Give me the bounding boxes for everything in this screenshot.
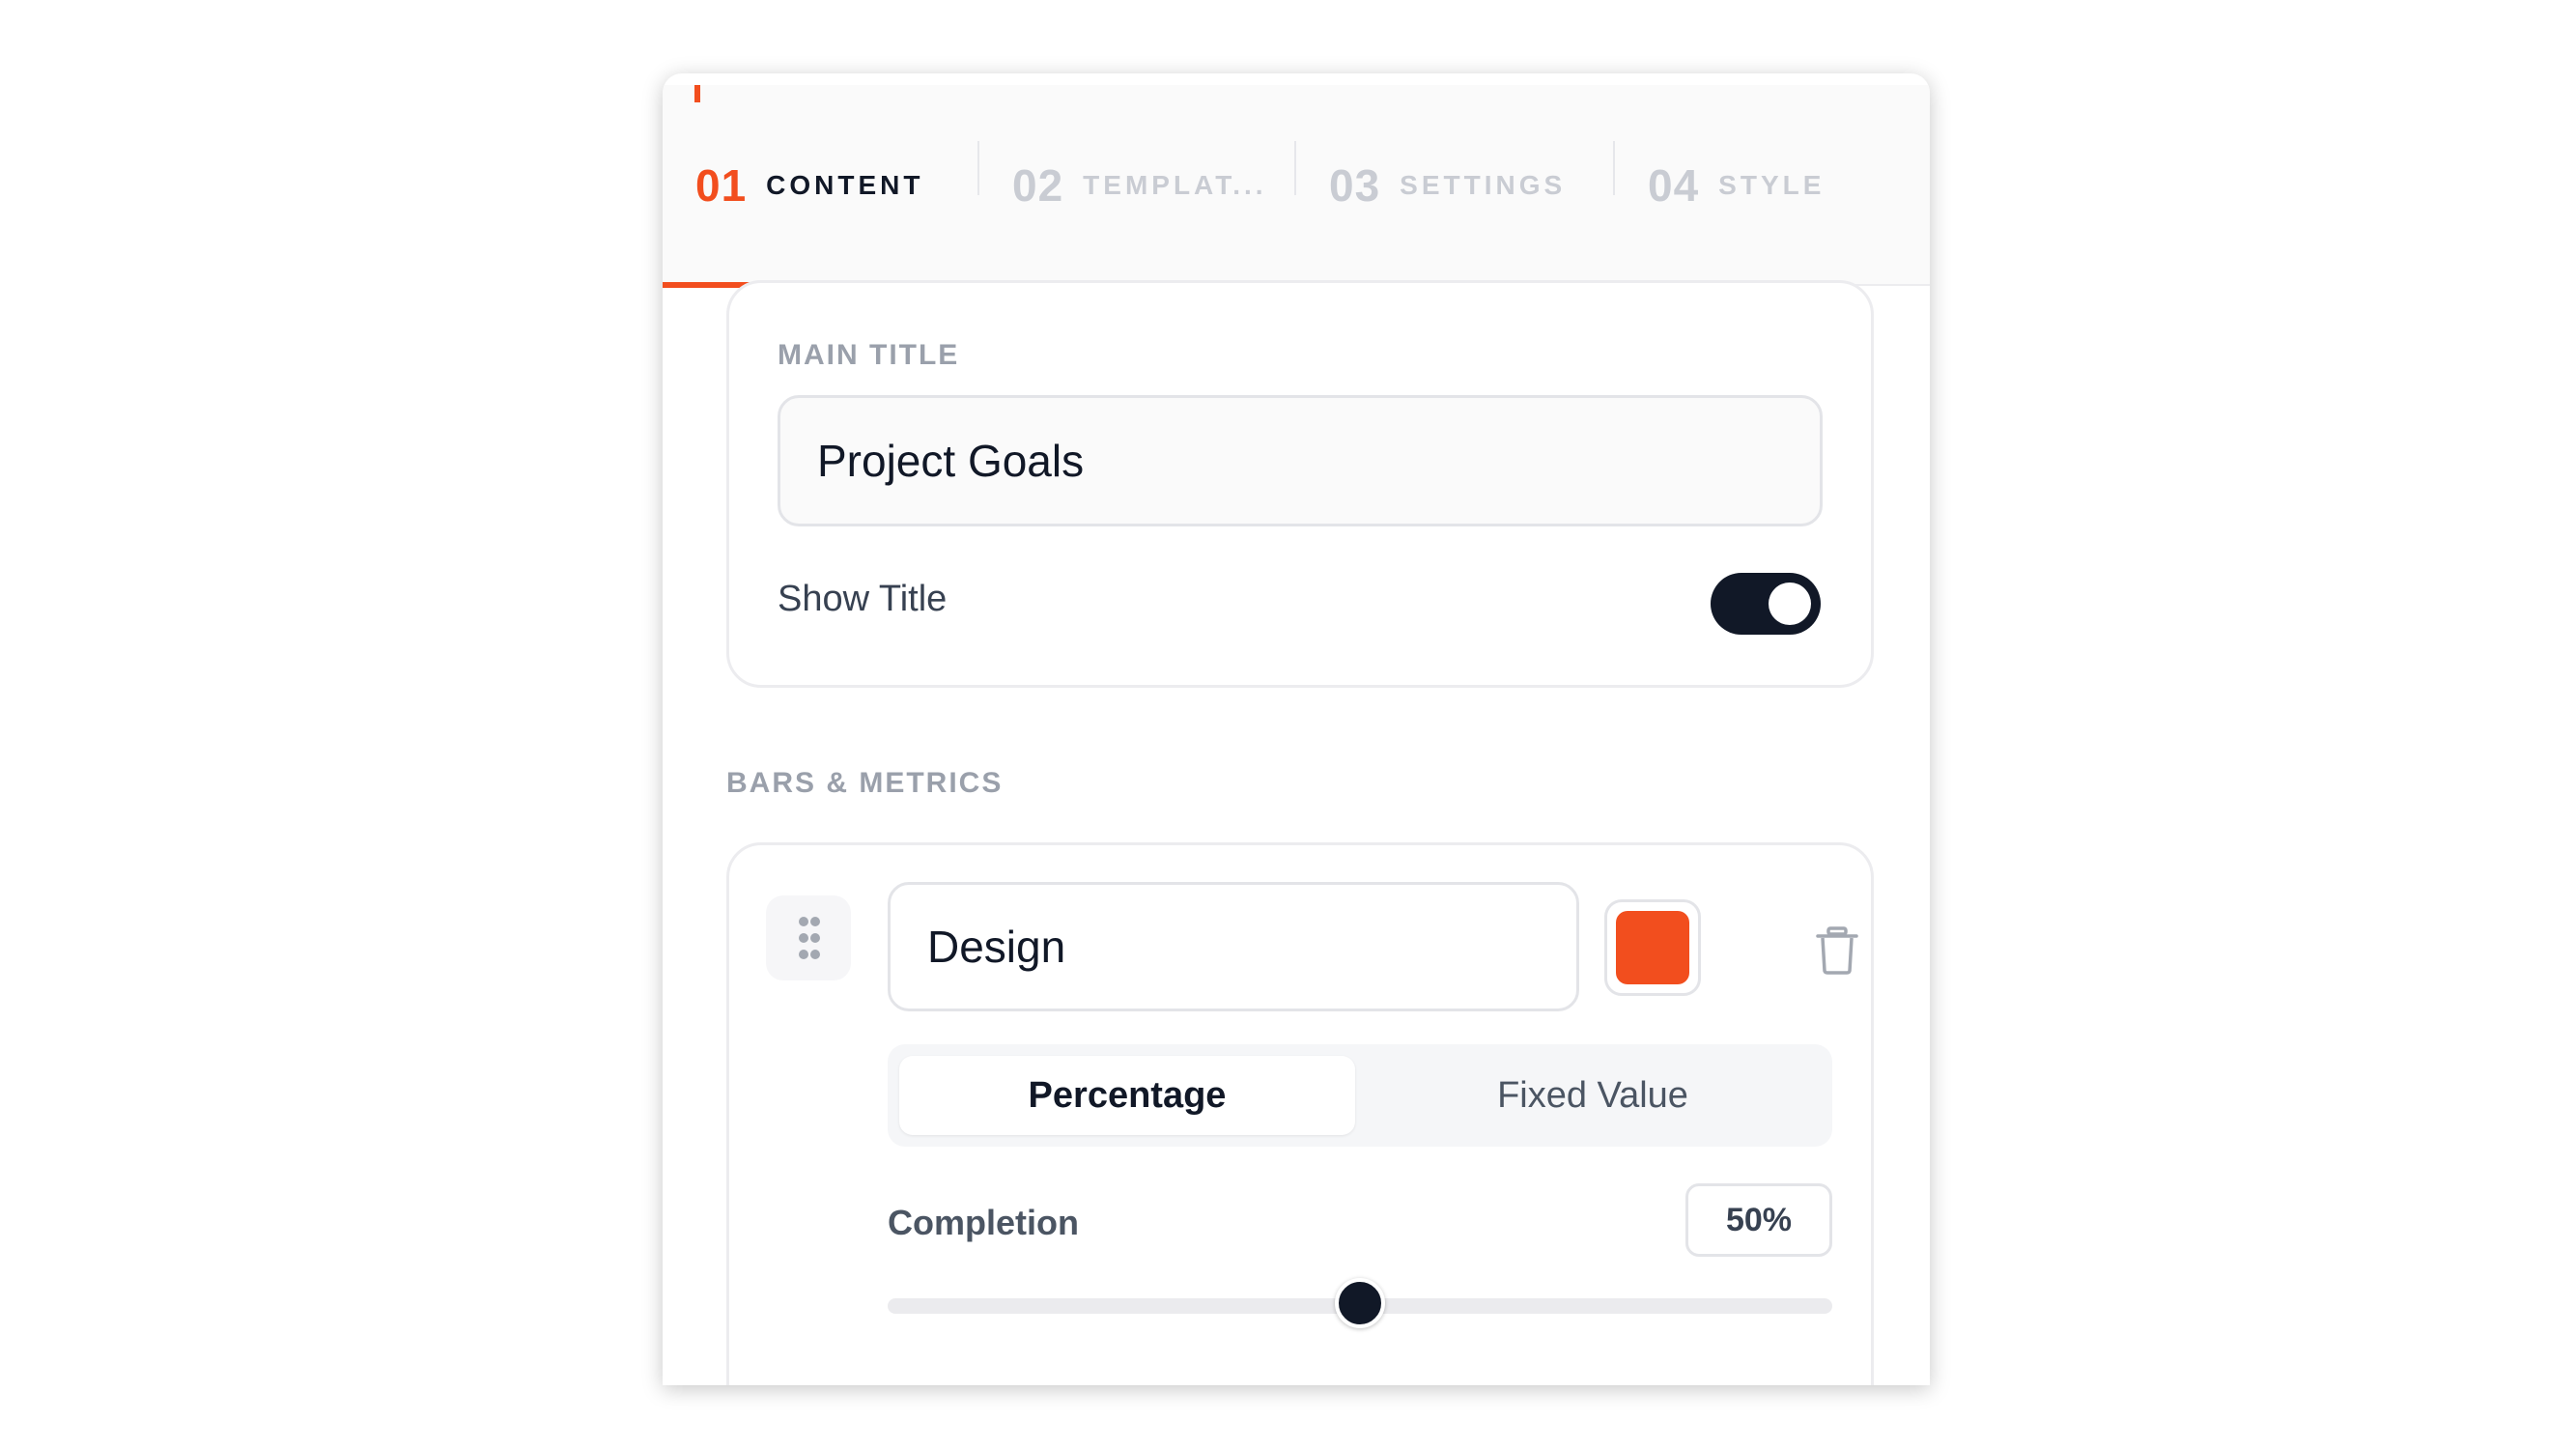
main-title-card: MAIN TITLE Show Title (726, 280, 1874, 688)
slider-thumb[interactable] (1335, 1278, 1385, 1328)
tab-label: SETTINGS (1400, 170, 1567, 200)
toggle-knob (1769, 582, 1811, 625)
drag-dot (810, 917, 820, 926)
tab-template[interactable]: 02 TEMPLAT... (979, 85, 1296, 286)
step-tabs: 01 CONTENT 02 TEMPLAT... 03 SETTINGS 04 … (663, 85, 1930, 288)
drag-dot (810, 950, 820, 959)
tab-label: CONTENT (766, 170, 924, 200)
tab-number: 01 (695, 160, 748, 211)
completion-label: Completion (888, 1203, 1079, 1242)
tab-style[interactable]: 04 STYLE (1615, 85, 1930, 286)
drag-dot (799, 950, 808, 959)
tab-content[interactable]: 01 CONTENT (663, 85, 981, 288)
drag-handle[interactable] (766, 895, 851, 980)
show-title-toggle[interactable] (1711, 573, 1821, 635)
tab-label: TEMPLAT... (1083, 170, 1267, 200)
content-editor-panel: 01 CONTENT 02 TEMPLAT... 03 SETTINGS 04 … (663, 73, 1930, 1385)
delete-bar-button[interactable] (1803, 917, 1871, 984)
completion-value[interactable]: 50% (1685, 1183, 1832, 1257)
drag-dot (799, 917, 808, 926)
bar-name-input[interactable] (888, 882, 1579, 1011)
main-title-input[interactable] (778, 395, 1823, 526)
drag-dot (799, 933, 808, 943)
mode-fixed-value[interactable]: Fixed Value (1365, 1056, 1821, 1135)
show-title-label: Show Title (778, 579, 948, 619)
drag-dot (810, 933, 820, 943)
color-swatch (1616, 911, 1689, 984)
bar-color-picker[interactable] (1604, 899, 1701, 996)
tab-label: STYLE (1718, 170, 1826, 200)
bars-metrics-heading: BARS & METRICS (726, 767, 1004, 799)
main-title-label: MAIN TITLE (778, 339, 960, 371)
tab-number: 02 (1012, 160, 1064, 211)
tab-number: 04 (1648, 160, 1700, 211)
mode-percentage[interactable]: Percentage (899, 1056, 1355, 1135)
tab-number: 03 (1329, 160, 1381, 211)
bar-item-card: Percentage Fixed Value Completion 50% (726, 842, 1874, 1385)
completion-slider[interactable] (888, 1276, 1832, 1334)
value-mode-selector: Percentage Fixed Value (888, 1044, 1832, 1147)
tab-settings[interactable]: 03 SETTINGS (1296, 85, 1615, 286)
trash-icon (1816, 926, 1858, 975)
